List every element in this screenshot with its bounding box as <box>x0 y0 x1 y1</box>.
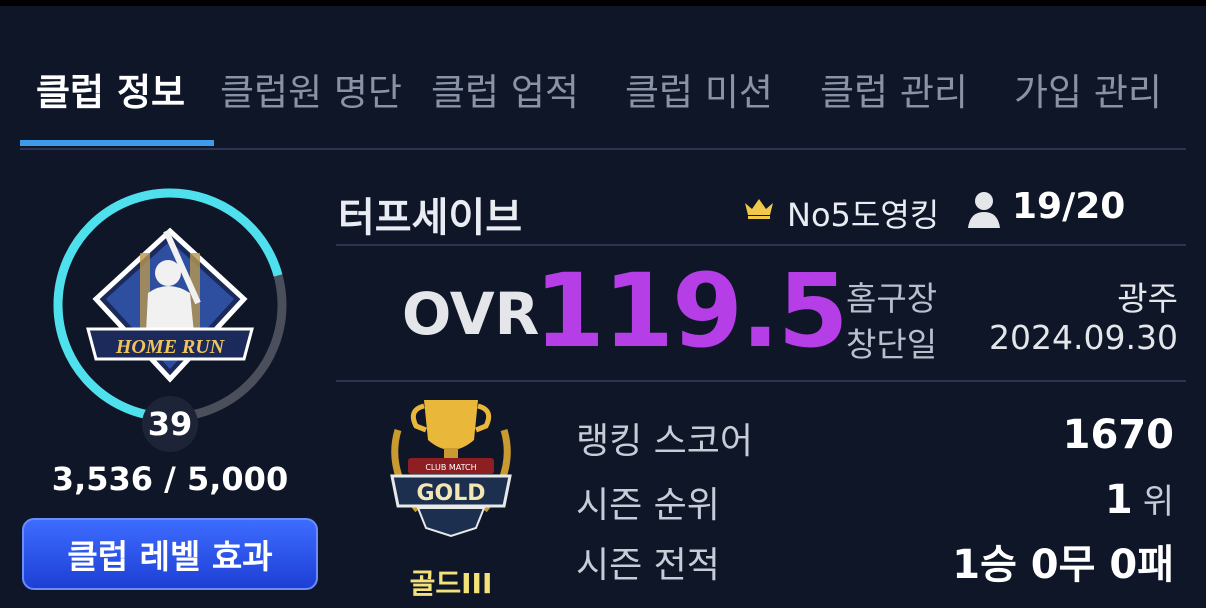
level-progress-ring: HOME RUN <box>53 188 287 422</box>
divider <box>336 380 1186 382</box>
home-stadium-label: 홈구장 <box>846 279 938 318</box>
active-tab-indicator <box>20 140 214 146</box>
club-level-effect-button[interactable]: 클럽 레벨 효과 <box>22 518 318 590</box>
founded-date-value: 2024.09.30 <box>989 318 1178 357</box>
emblem-text: HOME RUN <box>115 336 226 358</box>
tab-missions[interactable]: 클럽 미션 <box>625 62 773 116</box>
gold-trophy-icon: CLUB MATCH GOLD <box>390 400 512 538</box>
crown-icon <box>745 199 773 219</box>
season-record-label: 시즌 전적 <box>576 545 720 586</box>
member-icon <box>968 192 1000 228</box>
club-level-badge: 39 <box>142 396 198 452</box>
founded-date-label: 창단일 <box>846 325 938 364</box>
tab-member-list[interactable]: 클럽원 명단 <box>220 62 402 116</box>
ranking-score-value: 1670 <box>1062 412 1174 458</box>
tab-club-info[interactable]: 클럽 정보 <box>36 62 185 116</box>
season-rank-value: 1위 <box>1105 474 1174 523</box>
badge-gold-text: GOLD <box>416 481 485 506</box>
tab-bar: 클럽 정보 클럽원 명단 클럽 업적 클럽 미션 클럽 관리 가입 관리 <box>20 40 1186 150</box>
ovr-value: 119.5 <box>534 252 849 371</box>
tab-achievements[interactable]: 클럽 업적 <box>431 62 579 116</box>
ranking-score-label: 랭킹 스코어 <box>576 421 754 462</box>
member-count: 19/20 <box>1012 186 1126 227</box>
season-rank-number: 1 <box>1104 477 1133 523</box>
season-rank-unit: 위 <box>1142 482 1174 522</box>
season-record-value: 1승 0무 0패 <box>952 542 1174 588</box>
home-stadium-value: 광주 <box>1117 279 1178 318</box>
divider <box>336 244 1186 246</box>
rank-tier-label: 골드III <box>409 567 493 600</box>
club-name: 터프세이브 <box>338 195 522 241</box>
club-leader-name: No5도영킹 <box>787 196 940 234</box>
club-exp-text: 3,536 / 5,000 <box>51 460 289 498</box>
season-rank-label: 시즌 순위 <box>576 485 720 526</box>
ovr-label: OVR <box>402 280 540 348</box>
badge-top-text: CLUB MATCH <box>425 463 476 472</box>
top-edge <box>0 0 1206 6</box>
tab-club-manage[interactable]: 클럽 관리 <box>820 62 968 116</box>
tab-join-manage[interactable]: 가입 관리 <box>1014 62 1162 116</box>
